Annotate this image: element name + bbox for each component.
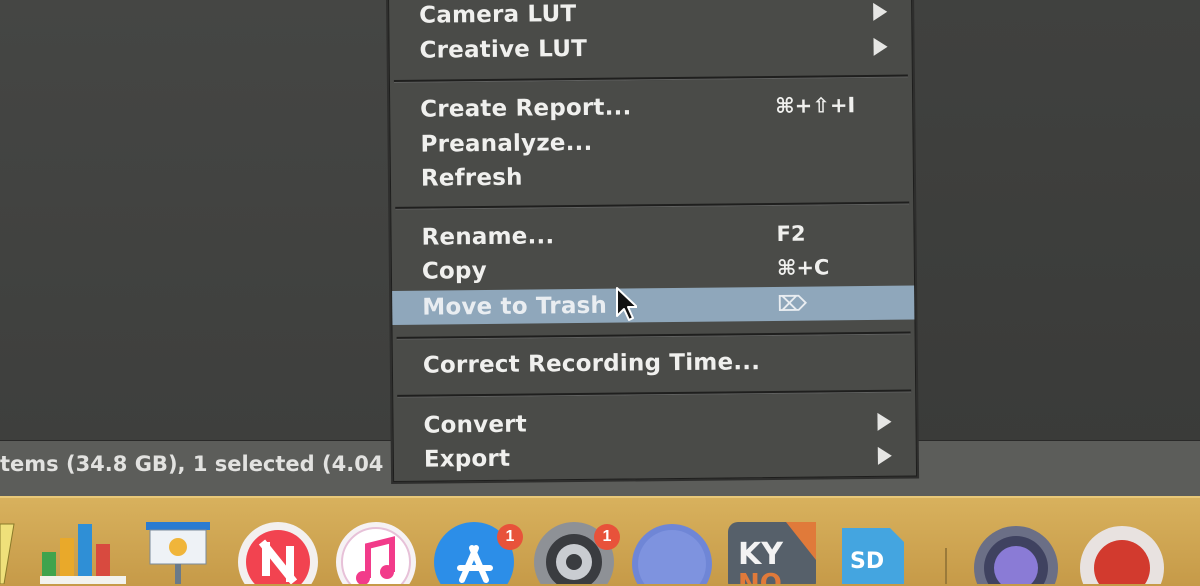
menu-item-label: Creative LUT [419, 35, 588, 64]
notification-badge: 1 [594, 524, 620, 550]
menu-item-label: Create Report... [420, 94, 632, 123]
svg-text:NO: NO [738, 569, 782, 584]
siri-icon[interactable] [972, 524, 1062, 584]
submenu-arrow-icon [873, 2, 888, 21]
sd-card-icon[interactable]: SD [836, 524, 910, 584]
notification-badge: 1 [497, 524, 523, 550]
menu-item-shortcut: ⌦ [777, 291, 808, 316]
menu-item-camera-lut[interactable]: Camera LUT [389, 0, 911, 33]
menu-separator [396, 331, 911, 340]
menu-item-rename[interactable]: Rename... F2 [391, 216, 913, 255]
menu-item-shortcut: ⌘+C [776, 255, 830, 280]
menu-item-shortcut: ⌘+⇧+I [775, 93, 856, 118]
browser-panel-right [900, 0, 1200, 450]
menu-item-label: Copy [421, 257, 487, 285]
browser-panel-left [0, 0, 390, 440]
menu-item-label: Refresh [420, 164, 523, 192]
menu-item-label: Correct Recording Time... [422, 349, 761, 379]
menu-item-move-to-trash[interactable]: Move to Trash ⌦ [392, 285, 915, 325]
submenu-arrow-icon [873, 37, 888, 56]
menu-item-preanalyze[interactable]: Preanalyze... [390, 123, 912, 162]
menu-item-label: Export [423, 445, 511, 473]
menu-separator [397, 389, 912, 398]
keynote-icon[interactable] [142, 518, 214, 584]
menu-separator [395, 201, 910, 210]
context-menu: Camera LUT Creative LUT Create Report...… [388, 0, 918, 482]
record-icon[interactable] [1078, 524, 1168, 584]
menu-item-label: Move to Trash [422, 292, 608, 321]
menu-item-correct-recording-time[interactable]: Correct Recording Time... [393, 344, 915, 383]
status-text: tems (34.8 GB), 1 selected (4.04 GB) [0, 452, 434, 476]
menu-item-creative-lut[interactable]: Creative LUT [389, 29, 911, 68]
kyno-icon[interactable]: KY NO [726, 520, 818, 584]
menu-item-copy[interactable]: Copy ⌘+C [392, 250, 914, 289]
numbers-icon[interactable] [40, 518, 126, 584]
news-icon[interactable] [236, 520, 320, 584]
menu-item-create-report[interactable]: Create Report... ⌘+⇧+I [390, 88, 912, 127]
menu-item-label: Preanalyze... [420, 129, 593, 158]
dock-divider [945, 548, 947, 584]
menu-item-convert[interactable]: Convert [393, 404, 915, 443]
music-icon[interactable] [334, 520, 418, 584]
svg-text:KY: KY [738, 537, 784, 572]
menu-item-label: Camera LUT [419, 1, 577, 29]
blue-circle-icon[interactable] [630, 522, 714, 584]
menu-item-refresh[interactable]: Refresh [391, 157, 913, 196]
menu-item-label: Convert [423, 411, 528, 439]
menu-separator [393, 74, 908, 83]
menu-item-shortcut: F2 [776, 221, 806, 246]
mouse-pointer-icon [616, 287, 637, 321]
pencil-icon[interactable] [0, 514, 20, 584]
menu-item-label: Rename... [421, 223, 555, 251]
submenu-arrow-icon [877, 412, 892, 431]
submenu-arrow-icon [877, 446, 892, 465]
svg-text:SD: SD [850, 549, 884, 574]
menu-item-export[interactable]: Export [394, 437, 916, 476]
